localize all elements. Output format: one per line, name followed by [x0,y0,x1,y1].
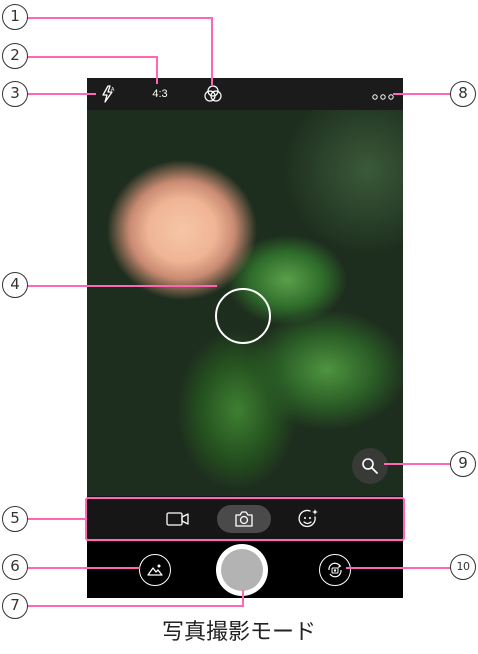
switch-camera-icon [328,562,342,578]
video-camera-icon [166,512,189,526]
callout-line-5 [26,518,86,520]
callout-line-1 [26,17,212,19]
caption: 写真撮影モード [161,620,316,645]
bottom-control-bar [87,542,403,598]
gallery-icon [147,564,163,576]
shutter-button[interactable] [216,544,268,596]
callout-1: 1 [2,4,28,30]
callout-10: 10 [450,554,476,580]
aspect-ratio-button[interactable]: 4:3 [145,86,175,102]
callout-5: 5 [2,506,28,532]
callout-9: 9 [450,451,476,477]
camera-viewfinder[interactable] [87,110,403,496]
callout-line-7 [26,605,243,607]
shutter-button-inner [221,549,263,591]
camera-icon [235,511,253,527]
beauty-mode-button[interactable] [297,508,319,530]
callout-4: 4 [2,272,28,298]
top-bar: A 4:3 [87,78,403,110]
color-filter-icon [204,85,222,102]
flash-auto-icon: A [102,85,115,103]
shooting-mode-bar [87,496,403,542]
callout-2: 2 [2,43,28,69]
callout-line-3 [26,93,96,95]
magnifier-icon [362,458,378,474]
callout-8: 8 [450,81,476,107]
face-sparkle-icon [298,509,318,528]
focus-ring [215,288,271,344]
callout-line-2 [26,56,157,58]
gallery-button[interactable] [139,554,171,586]
switch-camera-button[interactable] [319,554,351,586]
zoom-button[interactable] [352,448,388,484]
filter-button[interactable] [203,84,223,104]
more-options-button[interactable] [371,88,397,100]
photo-mode-button[interactable] [217,505,271,533]
more-options-icon [372,94,394,100]
flash-button[interactable]: A [99,85,117,103]
callout-3: 3 [2,81,28,107]
video-mode-button[interactable] [165,510,191,528]
callout-6: 6 [2,554,28,580]
callout-7: 7 [2,593,28,619]
svg-text:A: A [111,87,115,93]
callout-line-1-drop [211,17,213,85]
camera-screen: A 4:3 [87,78,403,598]
